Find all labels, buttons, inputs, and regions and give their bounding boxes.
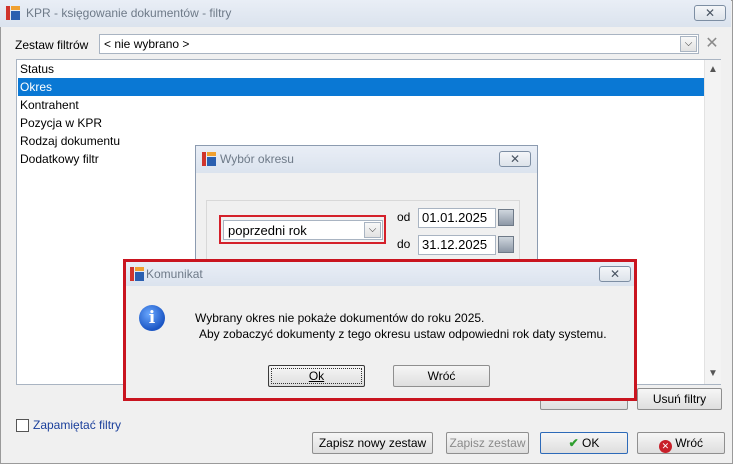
message-box-close-button[interactable]: ✕ bbox=[599, 266, 631, 282]
list-scrollbar[interactable]: ▲ ▼ bbox=[704, 60, 721, 384]
period-value: poprzedni rok bbox=[228, 223, 307, 238]
window-title: KPR - księgowanie dokumentów - filtry bbox=[26, 6, 232, 20]
check-icon: ✔ bbox=[568, 436, 579, 450]
filter-set-combo[interactable]: < nie wybrano > ⌵ bbox=[99, 34, 699, 54]
app-icon bbox=[6, 6, 20, 20]
period-dialog-close-button[interactable]: ✕ bbox=[499, 151, 531, 167]
filter-set-value: < nie wybrano > bbox=[104, 37, 190, 51]
list-item-okres[interactable]: Okres bbox=[18, 78, 706, 96]
save-set-label: Zapisz zestaw bbox=[449, 436, 526, 450]
calendar-icon[interactable] bbox=[498, 236, 514, 253]
list-item-status[interactable]: Status bbox=[20, 60, 54, 78]
period-dialog: Wybór okresu ✕ poprzedni rok ⌵ od 01.01.… bbox=[195, 145, 538, 263]
save-set-button[interactable]: Zapisz zestaw bbox=[446, 432, 529, 454]
save-new-set-label: Zapisz nowy zestaw bbox=[318, 436, 427, 450]
scroll-up-icon[interactable]: ▲ bbox=[705, 62, 721, 78]
filter-set-label: Zestaw filtrów bbox=[15, 38, 89, 52]
close-icon: ✕ bbox=[609, 267, 621, 281]
message-line-2: Aby zobaczyć dokumenty z tego okresu ust… bbox=[199, 327, 607, 341]
period-dialog-title: Wybór okresu bbox=[220, 152, 294, 166]
list-item-kontrahent[interactable]: Kontrahent bbox=[20, 96, 79, 114]
ok-button[interactable]: ✔ OK bbox=[540, 432, 628, 454]
cancel-icon: ✕ bbox=[658, 440, 672, 453]
message-back-label: Wróć bbox=[427, 369, 456, 383]
message-ok-button[interactable]: Ok bbox=[268, 365, 365, 387]
list-item-rodzaj[interactable]: Rodzaj dokumentu bbox=[20, 132, 120, 150]
ok-label: OK bbox=[582, 436, 600, 450]
remember-filters-checkbox[interactable] bbox=[16, 419, 29, 432]
message-line-1: Wybrany okres nie pokaże dokumentów do r… bbox=[195, 311, 485, 325]
list-item-pozycja[interactable]: Pozycja w KPR bbox=[20, 114, 102, 132]
message-ok-label: Ok bbox=[308, 369, 325, 383]
close-icon: ✕ bbox=[509, 152, 521, 166]
back-button[interactable]: ✕ Wróć bbox=[637, 432, 725, 454]
message-box-title: Komunikat bbox=[146, 267, 203, 281]
info-icon: i bbox=[139, 305, 165, 331]
from-date-field[interactable]: 01.01.2025 bbox=[418, 208, 496, 228]
scroll-down-icon[interactable]: ▼ bbox=[705, 366, 721, 382]
close-icon: ✕ bbox=[704, 6, 716, 20]
remove-filters-button[interactable]: Usuń filtry bbox=[637, 388, 722, 410]
close-window-button[interactable]: ✕ bbox=[694, 5, 726, 21]
to-date-field[interactable]: 31.12.2025 bbox=[418, 235, 496, 255]
to-label: do bbox=[397, 237, 411, 251]
message-back-button[interactable]: Wróć bbox=[393, 365, 490, 387]
message-box: Komunikat ✕ i Wybrany okres nie pokaże d… bbox=[123, 259, 637, 401]
save-new-set-button[interactable]: Zapisz nowy zestaw bbox=[312, 432, 433, 454]
back-label: Wróć bbox=[675, 436, 704, 450]
app-icon bbox=[202, 152, 216, 166]
chevron-down-icon[interactable]: ⌵ bbox=[364, 222, 381, 238]
clear-filter-set-icon[interactable]: ✕ bbox=[701, 34, 723, 54]
chevron-down-icon[interactable]: ⌵ bbox=[680, 36, 697, 52]
from-label: od bbox=[397, 210, 411, 224]
period-combo[interactable]: poprzedni rok ⌵ bbox=[223, 220, 383, 240]
app-icon bbox=[130, 267, 144, 281]
remember-filters-label[interactable]: Zapamiętać filtry bbox=[33, 418, 121, 432]
list-item-dodatkowy[interactable]: Dodatkowy filtr bbox=[20, 150, 99, 168]
calendar-icon[interactable] bbox=[498, 209, 514, 226]
remove-filters-label: Usuń filtry bbox=[652, 392, 707, 406]
